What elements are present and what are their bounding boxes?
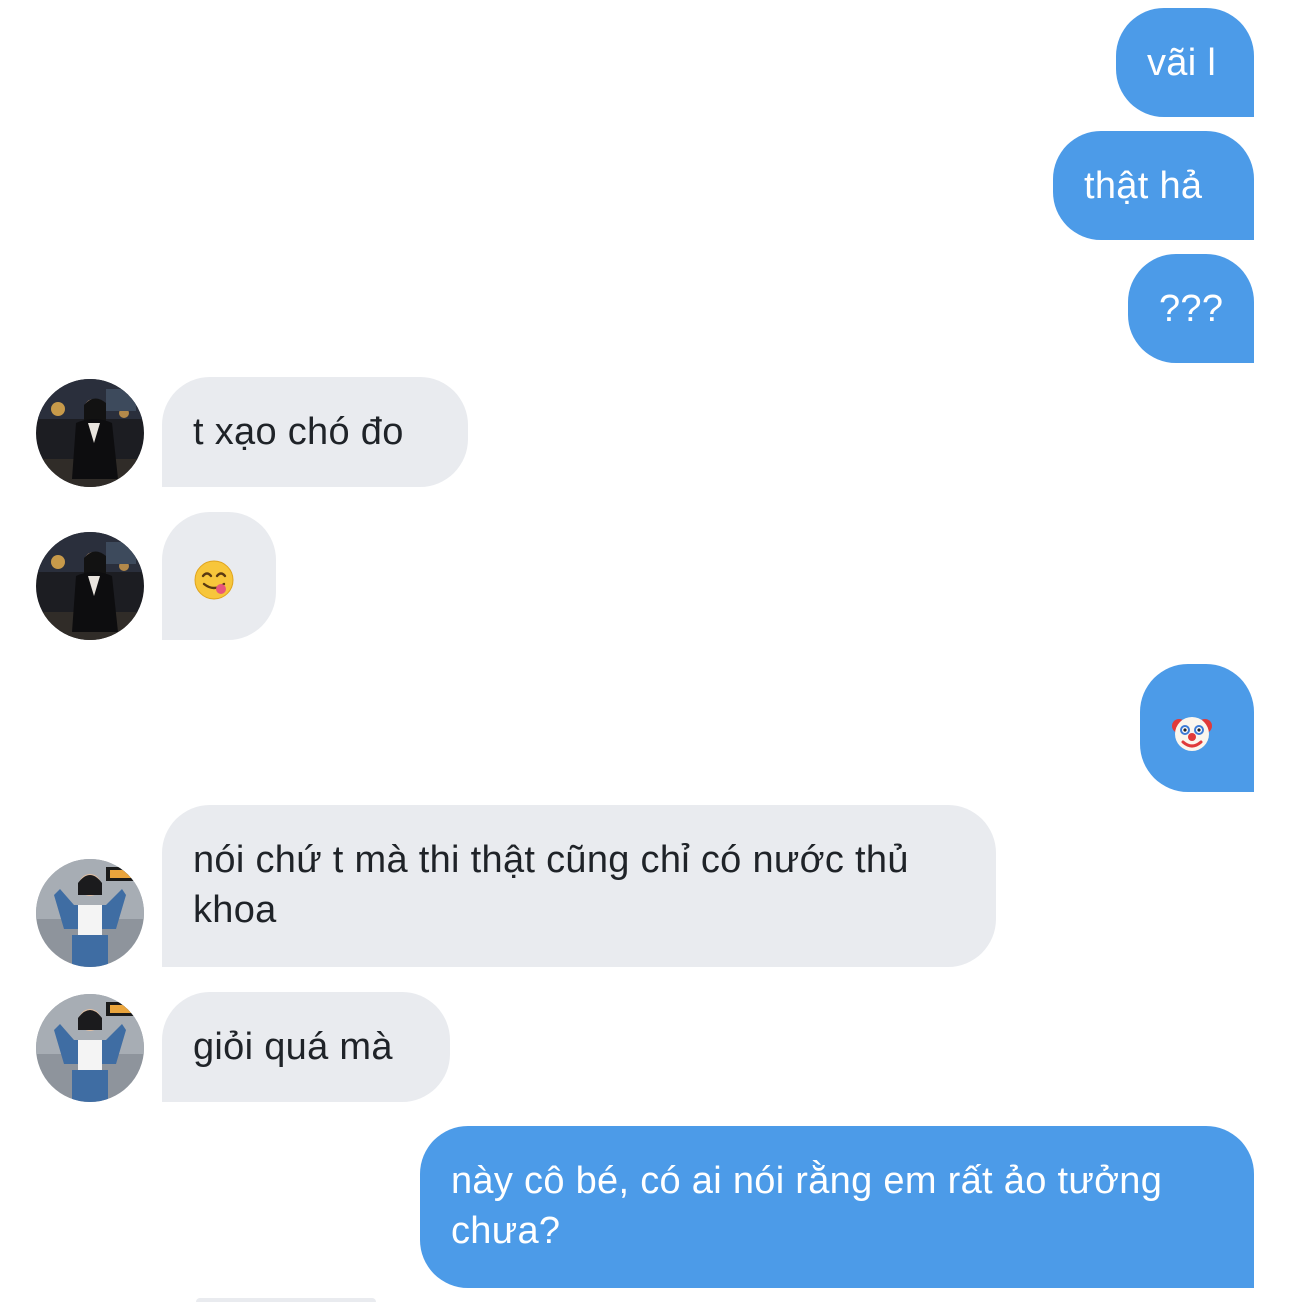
sent-message-bubble[interactable]: thật hả (1053, 131, 1254, 240)
received-message-bubble[interactable]: t xạo chó đo (162, 377, 468, 487)
contact-avatar[interactable] (36, 532, 144, 640)
sent-message-bubble[interactable]: ??? (1128, 254, 1254, 363)
received-message-bubble-partial[interactable] (196, 1298, 376, 1302)
message-text: vãi l (1147, 42, 1217, 84)
message-text: này cô bé, có ai nói rằng em rất ảo tưởn… (451, 1160, 1163, 1252)
received-message-bubble[interactable]: nói chứ t mà thi thật cũng chỉ có nước t… (162, 805, 996, 967)
clown-face-emoji (1171, 712, 1213, 754)
contact-avatar[interactable] (36, 994, 144, 1102)
sent-message-bubble[interactable] (1140, 664, 1254, 792)
contact-avatar[interactable] (36, 379, 144, 487)
received-message-bubble[interactable]: giỏi quá mà (162, 992, 450, 1102)
sent-message-bubble[interactable]: này cô bé, có ai nói rằng em rất ảo tưởn… (420, 1126, 1254, 1288)
message-text: thật hả (1084, 165, 1203, 207)
face-savoring-food-emoji (194, 560, 234, 600)
message-text: ??? (1159, 288, 1224, 330)
sent-message-bubble[interactable]: vãi l (1116, 8, 1254, 117)
received-message-bubble[interactable] (162, 512, 276, 640)
message-text: giỏi quá mà (193, 1026, 393, 1068)
message-text: t xạo chó đo (193, 411, 404, 453)
contact-avatar[interactable] (36, 859, 144, 967)
message-text: nói chứ t mà thi thật cũng chỉ có nước t… (193, 839, 909, 931)
